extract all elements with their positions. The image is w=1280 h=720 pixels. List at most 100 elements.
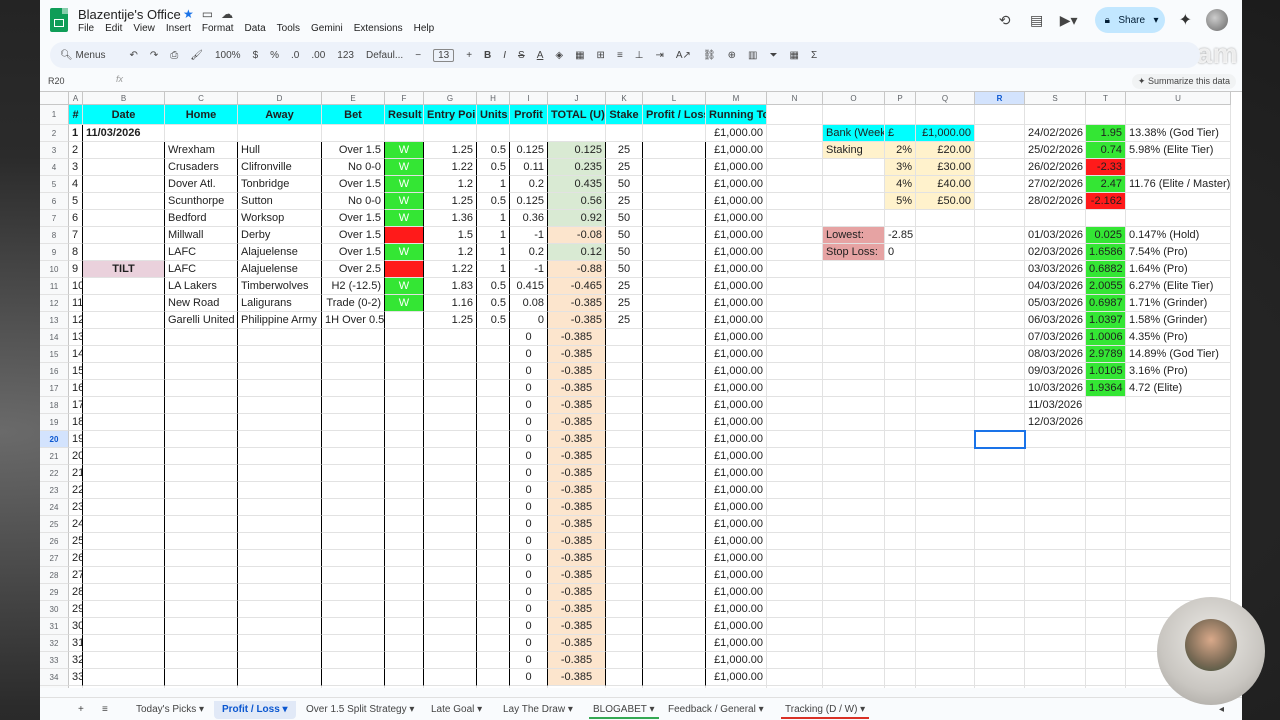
font-select[interactable]: Defaul... [366,50,403,61]
units[interactable]: 0.5 [477,193,510,210]
profit[interactable]: 0 [510,499,548,516]
merge-icon[interactable]: ⊞ [597,50,605,61]
date-cell[interactable]: 11/03/2026 [83,125,165,142]
grid-cell[interactable] [823,465,885,482]
tracking-date[interactable]: 12/03/2026 [1025,414,1086,431]
grid-cell[interactable] [823,550,885,567]
units[interactable]: 0.5 [477,295,510,312]
selected-cell[interactable] [974,430,1026,449]
empty-cell[interactable] [238,448,322,465]
text-color-button[interactable]: A [537,50,544,61]
grid-cell[interactable] [916,601,975,618]
away-team[interactable]: Hull [238,142,322,159]
empty-cell[interactable] [477,635,510,652]
empty-cell[interactable] [477,380,510,397]
header-8[interactable]: Profit [510,105,548,125]
away-team[interactable]: Laligurans [238,295,322,312]
units[interactable]: 1 [477,176,510,193]
empty-cell[interactable] [477,550,510,567]
empty-cell[interactable] [165,499,238,516]
grid-cell[interactable] [1126,105,1231,125]
tracking-date[interactable]: 28/02/2026 [1025,193,1086,210]
running-total-cell[interactable]: £1,000.00 [706,482,767,499]
header-10[interactable]: Stake [606,105,643,125]
stake[interactable] [606,363,643,380]
running-total-cell[interactable]: £1,000.00 [706,210,767,227]
empty-cell[interactable] [385,448,424,465]
tracking-value[interactable]: 1.9364 [1086,380,1126,397]
grid-cell[interactable] [1086,431,1126,448]
total-units[interactable]: -0.385 [548,652,606,669]
entry-point[interactable]: 1.36 [424,210,477,227]
meet-icon[interactable]: ▶▾ [1059,12,1079,29]
entry-point[interactable]: 1.25 [424,142,477,159]
sheet-tab[interactable]: Feedback / General ▾ [660,701,772,719]
running-total-cell[interactable]: £1,000.00 [706,346,767,363]
grid-cell[interactable] [1086,533,1126,550]
tracking-date[interactable]: 05/03/2026 [1025,295,1086,312]
grid-cell[interactable] [975,533,1025,550]
result-cell[interactable]: W [385,142,424,159]
grid-cell[interactable] [975,363,1025,380]
column-header-A[interactable]: A [69,92,83,105]
grid-cell[interactable] [885,669,916,686]
grid-cell[interactable] [1086,618,1126,635]
empty-cell[interactable] [165,414,238,431]
stake[interactable] [606,652,643,669]
grid-cell[interactable] [885,363,916,380]
entry-point[interactable]: 1.25 [424,193,477,210]
profit[interactable]: 0 [510,329,548,346]
empty-cell[interactable] [238,363,322,380]
grid-cell[interactable] [885,601,916,618]
grid-cell[interactable] [916,448,975,465]
grid-cell[interactable] [1025,431,1086,448]
tilt-cell[interactable] [83,227,165,244]
grid-cell[interactable] [643,686,706,688]
grid-cell[interactable] [767,312,823,329]
grid-cell[interactable] [322,125,385,142]
grid-cell[interactable] [1086,635,1126,652]
empty-cell[interactable] [477,346,510,363]
grid-cell[interactable] [823,210,885,227]
menus-search[interactable]: 🔍︎ Menus [50,50,118,61]
empty-cell[interactable] [238,584,322,601]
column-header-J[interactable]: J [548,92,606,105]
profit[interactable]: 0 [510,533,548,550]
grid-cell[interactable] [424,125,477,142]
grid-cell[interactable] [823,499,885,516]
total-units[interactable]: -0.385 [548,584,606,601]
empty-cell[interactable] [424,601,477,618]
empty-cell[interactable] [385,652,424,669]
grid-cell[interactable] [1025,601,1086,618]
empty-cell[interactable] [83,652,165,669]
units[interactable]: 1 [477,244,510,261]
grid-cell[interactable] [69,686,83,688]
result-cell[interactable]: W [385,244,424,261]
profit-loss[interactable] [643,227,706,244]
grid-cell[interactable] [1025,105,1086,125]
tracking-note[interactable]: 4.72 (Elite) [1126,380,1231,397]
empty-cell[interactable] [165,431,238,448]
menu-insert[interactable]: Insert [166,23,191,34]
home-team[interactable]: Crusaders [165,159,238,176]
empty-cell[interactable] [322,618,385,635]
running-total-cell[interactable]: £1,000.00 [706,431,767,448]
tracking-note[interactable] [1126,414,1231,431]
running-total-cell[interactable]: £1,000.00 [706,635,767,652]
staking-amount[interactable]: £40.00 [916,176,975,193]
profit[interactable]: 0.36 [510,210,548,227]
empty-cell[interactable] [165,533,238,550]
grid-cell[interactable] [823,380,885,397]
pick-number[interactable]: 8 [69,244,83,261]
grid-cell[interactable] [548,125,606,142]
empty-cell[interactable] [238,465,322,482]
total-units[interactable]: -0.385 [548,669,606,686]
pick-number[interactable]: 12 [69,312,83,329]
summarize-button[interactable]: ✦ Summarize this data [1131,74,1236,89]
grid-cell[interactable] [885,516,916,533]
profit-loss[interactable] [643,210,706,227]
home-team[interactable]: LAFC [165,244,238,261]
spreadsheet-grid[interactable]: A B C D E F G H I J K L M N O P Q R S T U 1 2 3 4 5 6 7 8 9 10 11 12 13 14… [40,92,1242,688]
empty-cell[interactable] [477,363,510,380]
empty-cell[interactable] [385,363,424,380]
